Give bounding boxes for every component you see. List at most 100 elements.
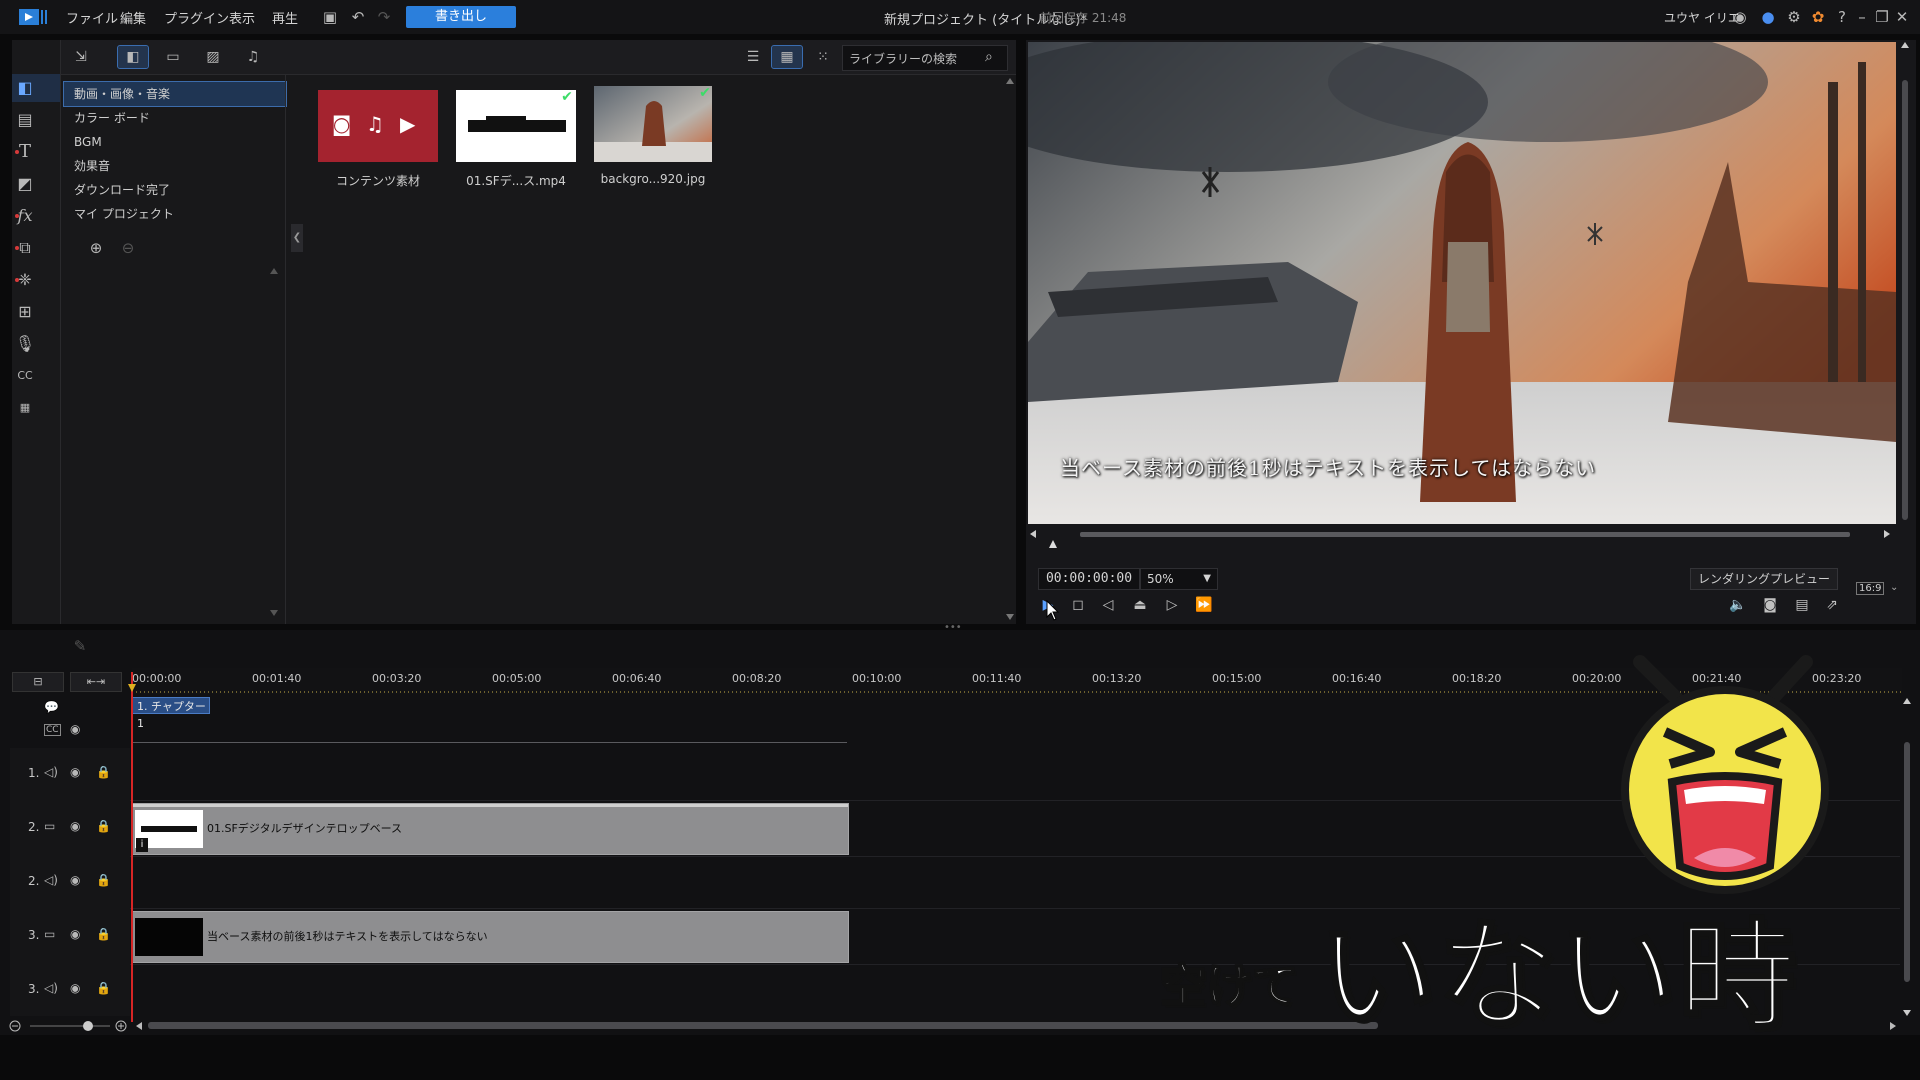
fit-timeline-button[interactable]: ⇤⇥ <box>70 672 122 692</box>
all-media-filter-icon[interactable]: ◧ <box>117 45 149 69</box>
speaker-icon[interactable]: ◁) <box>44 765 58 779</box>
library-search-input[interactable] <box>847 49 981 69</box>
image-filter-icon[interactable]: ▨ <box>198 46 228 68</box>
lock-icon[interactable]: 🔒 <box>96 927 111 941</box>
video-track-icon[interactable]: ▭ <box>44 819 55 833</box>
menu-plugins[interactable]: プラグイン <box>164 8 229 27</box>
video-filter-icon[interactable]: ▭ <box>158 46 188 68</box>
snapshot-icon[interactable]: ◙ <box>1758 594 1782 616</box>
visibility-eye-icon[interactable]: ◉ <box>70 722 80 736</box>
app-logo-icon <box>19 9 47 25</box>
upgrade-icon[interactable]: ✿ <box>1808 7 1828 27</box>
previous-frame-icon[interactable]: ◁ <box>1096 594 1120 616</box>
visibility-eye-icon[interactable]: ◉ <box>70 927 80 941</box>
splitter-grip-icon[interactable]: ••• <box>944 622 962 633</box>
media-room-icon[interactable]: ◧ <box>12 76 38 100</box>
lock-icon[interactable]: 🔒 <box>96 819 111 833</box>
transition-room-icon[interactable]: ◩ <box>12 172 38 196</box>
search-icon[interactable]: ⌕ <box>985 49 1001 65</box>
subtitle-room-icon[interactable]: CC <box>12 364 38 388</box>
timeline-clip-image[interactable]: 当ベース素材の前後1秒はテキストを表示してはならない <box>132 911 849 963</box>
split-icon[interactable]: ⏏ <box>1128 594 1152 616</box>
audio-filter-icon[interactable]: ♫ <box>238 46 268 68</box>
media-tile-image[interactable] <box>594 86 712 162</box>
fast-forward-icon[interactable]: ⏩ <box>1192 594 1216 616</box>
lock-icon[interactable]: 🔒 <box>96 981 111 995</box>
add-tag-icon[interactable]: ⊕ <box>86 238 106 258</box>
timeline-clip-video[interactable]: i 01.SFデジタルデザインテロップベース <box>132 803 849 855</box>
edit-pen-icon[interactable]: ✎ <box>70 636 90 656</box>
library-scrollbar[interactable] <box>1004 74 1016 624</box>
quality-icon[interactable]: ▤ <box>1790 594 1814 616</box>
import-media-icon[interactable]: ⇲ <box>66 46 96 68</box>
undo-icon[interactable]: ↶ <box>348 7 368 27</box>
lock-icon[interactable]: 🔒 <box>96 873 111 887</box>
subtitle-track-icon: CC <box>44 724 61 736</box>
export-button[interactable]: 書き出し <box>406 6 516 28</box>
menu-view[interactable]: 表示 <box>229 8 255 27</box>
mouse-cursor-icon <box>1046 600 1060 621</box>
chapter-track-icon: 💬 <box>44 700 59 714</box>
category-my-projects[interactable]: マイ プロジェクト <box>64 202 286 226</box>
chapter-marker[interactable]: 1. チャプター 1 <box>132 697 210 730</box>
help-icon[interactable]: ? <box>1832 7 1852 27</box>
category-scrollbar[interactable] <box>268 262 280 622</box>
gear-icon[interactable]: ⚙ <box>1784 7 1804 27</box>
aspect-ratio-button[interactable]: 16:9 <box>1856 582 1885 595</box>
minimize-icon[interactable]: – <box>1852 7 1872 27</box>
tick-label: 00:05:00 <box>492 672 542 685</box>
visibility-eye-icon[interactable]: ◉ <box>70 873 80 887</box>
collapse-panel-button[interactable]: ❮ <box>291 224 303 252</box>
video-track-icon[interactable]: ▭ <box>44 927 55 941</box>
speaker-icon[interactable]: ◁) <box>44 981 58 995</box>
visibility-eye-icon[interactable]: ◉ <box>70 981 80 995</box>
microphone-icon[interactable]: 🎙 <box>12 332 38 356</box>
visibility-eye-icon[interactable]: ◉ <box>70 765 80 779</box>
menu-playback[interactable]: 再生 <box>272 8 298 27</box>
category-color-board[interactable]: カラー ボード <box>64 106 286 130</box>
chevron-down-icon[interactable]: ⌄ <box>1890 582 1898 593</box>
preview-scrubber[interactable] <box>1028 526 1896 552</box>
undock-icon[interactable]: ⇗ <box>1820 594 1844 616</box>
menu-edit[interactable]: 編集 <box>120 8 146 27</box>
timeline-vscrollbar[interactable] <box>1900 694 1914 1018</box>
notification-icon[interactable]: ● <box>1758 7 1778 27</box>
category-media[interactable]: 動画・画像・音楽 <box>63 81 287 107</box>
speaker-icon[interactable]: ◁) <box>44 873 58 887</box>
grid-view-icon[interactable]: ▦ <box>771 45 803 69</box>
timecode-display[interactable]: 00:00:00:00 <box>1038 568 1140 590</box>
remove-tag-icon[interactable]: ⊖ <box>118 238 138 258</box>
track-manager-button[interactable]: ⊟ <box>12 672 64 692</box>
save-icon[interactable]: ▣ <box>320 7 340 27</box>
restore-icon[interactable]: ❐ <box>1872 7 1892 27</box>
apps-view-icon[interactable]: ⁙ <box>808 46 838 68</box>
close-icon[interactable]: ✕ <box>1892 7 1912 27</box>
category-sound-effects[interactable]: 効果音 <box>64 154 286 178</box>
playhead[interactable] <box>131 672 133 1022</box>
redo-icon[interactable]: ↷ <box>374 7 394 27</box>
last-saved: 前回保存 21:48 <box>1040 11 1127 25</box>
tick-label: 00:10:00 <box>852 672 902 685</box>
media-tile-video[interactable] <box>456 90 576 162</box>
rail-dot <box>15 246 19 250</box>
volume-icon[interactable]: 🔈 <box>1726 594 1750 616</box>
zoom-select[interactable]: 50% ▼ <box>1140 568 1218 590</box>
list-view-icon[interactable]: ☰ <box>738 46 768 68</box>
next-frame-icon[interactable]: ▷ <box>1160 594 1184 616</box>
lock-icon[interactable]: 🔒 <box>96 765 111 779</box>
stop-icon[interactable]: ◻ <box>1066 594 1090 616</box>
chapter-room-icon[interactable]: ⊞ <box>12 300 38 324</box>
menu-file[interactable]: ファイル <box>66 8 118 27</box>
render-preview-button[interactable]: レンダリングプレビュー <box>1690 568 1838 590</box>
playhead-handle[interactable] <box>128 684 136 692</box>
category-bgm[interactable]: BGM <box>64 130 286 154</box>
visibility-eye-icon[interactable]: ◉ <box>70 819 80 833</box>
info-icon[interactable]: i <box>136 838 148 852</box>
counter-icon[interactable]: ▦ <box>12 396 38 420</box>
camera-icon: ◙ <box>332 112 352 136</box>
user-avatar-icon[interactable]: ◉ <box>1730 7 1750 27</box>
preview-vscrollbar[interactable] <box>1898 40 1912 530</box>
templates-room-icon[interactable]: ▤ <box>12 108 38 132</box>
media-tile-content[interactable]: ◙ ♫ ▶ <box>318 90 438 162</box>
category-downloaded[interactable]: ダウンロード完了 <box>64 178 286 202</box>
